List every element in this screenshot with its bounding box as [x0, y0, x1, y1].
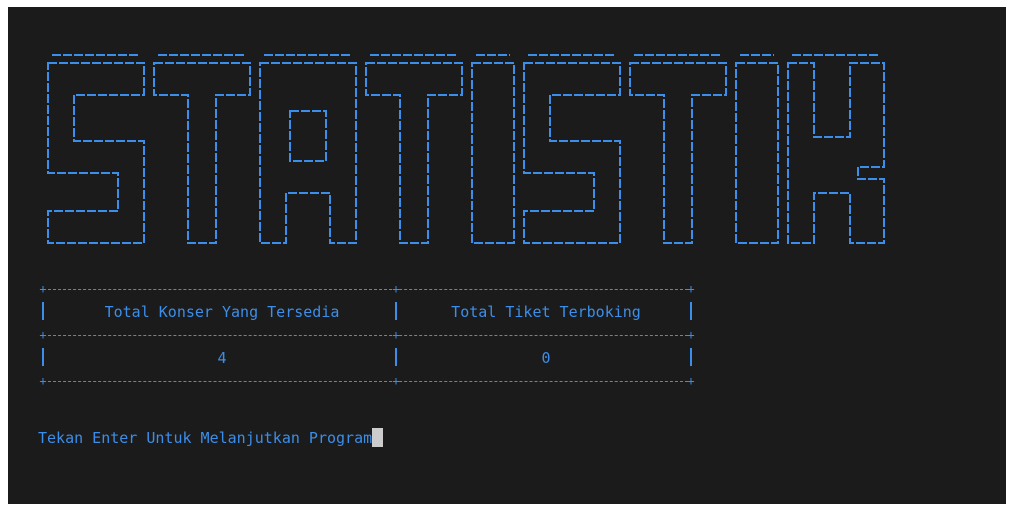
banner-letter-s — [523, 62, 621, 244]
prompt-text: Tekan Enter Untuk Melanjutkan Program — [38, 429, 373, 447]
banner-letter-i — [735, 62, 779, 244]
banner-letter-a-counter — [289, 110, 327, 162]
banner-letter-k — [787, 62, 885, 244]
table-border-middle: + + + — [39, 328, 695, 342]
header-total-konser: Total Konser Yang Tersedia — [104, 303, 340, 321]
terminal-window: + + + Total Konser Yang Tersedia Total T… — [8, 7, 1006, 504]
text-cursor[interactable] — [372, 428, 384, 447]
value-total-tiket: 0 — [541, 349, 551, 367]
banner-letter-a — [259, 62, 357, 244]
terminal-output: + + + Total Konser Yang Tersedia Total T… — [8, 7, 1006, 504]
continue-prompt: Tekan Enter Untuk Melanjutkan Program — [38, 427, 384, 449]
table-border-top: + + + — [39, 282, 695, 296]
banner-letter-i — [471, 62, 515, 244]
statistics-table: + + + Total Konser Yang Tersedia Total T… — [38, 281, 698, 389]
banner-letter-s — [47, 62, 145, 244]
banner-letter-t — [629, 62, 727, 244]
table-border-bottom: + + + — [39, 374, 695, 388]
table-row: 4 0 — [38, 343, 698, 373]
table-header-row: Total Konser Yang Tersedia Total Tiket T… — [38, 297, 698, 327]
header-total-tiket: Total Tiket Terboking — [451, 303, 641, 321]
banner-letter-t — [153, 62, 251, 244]
banner-letter-t — [365, 62, 463, 244]
ascii-banner — [38, 51, 958, 261]
ascii-banner-art — [47, 54, 885, 244]
value-total-konser: 4 — [217, 349, 227, 367]
